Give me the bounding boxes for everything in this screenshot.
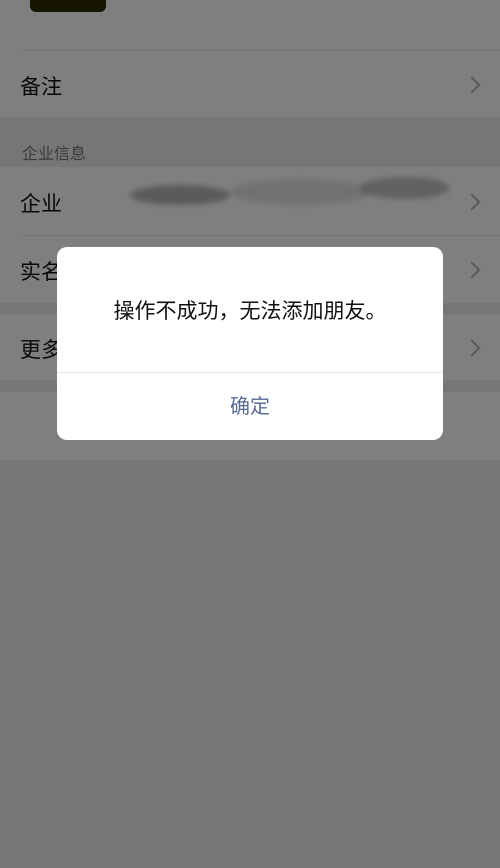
- dialog-message: 操作不成功，无法添加朋友。: [113, 299, 387, 323]
- contact-profile-screen: 备注 企业信息 企业 实名 更多 操作不成功，无法添加朋友。 确定: [0, 0, 500, 868]
- confirm-button[interactable]: 确定: [57, 373, 443, 440]
- error-dialog: 操作不成功，无法添加朋友。 确定: [57, 247, 443, 440]
